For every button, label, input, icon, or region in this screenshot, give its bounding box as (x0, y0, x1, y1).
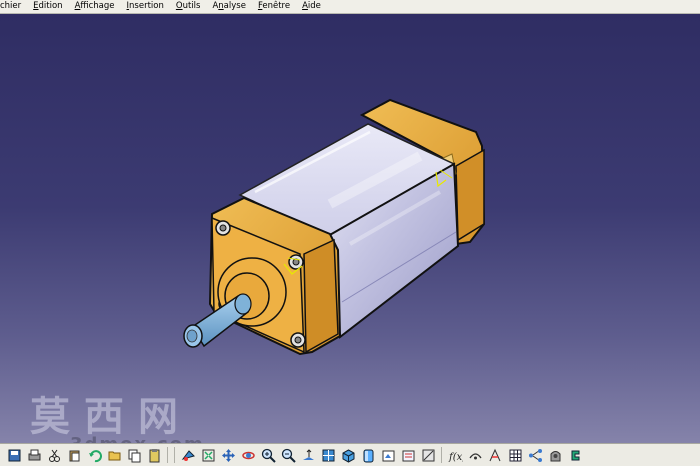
fly-mode-icon (181, 449, 195, 461)
swap-space-button[interactable] (400, 447, 417, 464)
measure-icon (468, 452, 482, 459)
render-icon (422, 449, 434, 461)
menu-item-outils[interactable]: Outils (170, 0, 207, 13)
pan-icon (221, 448, 235, 462)
cut-button[interactable] (46, 447, 63, 464)
zoom-out-button[interactable] (280, 447, 297, 464)
swap-space-icon (402, 450, 414, 461)
cylinder-model (183, 98, 486, 356)
menu-item-aide[interactable]: Aide (296, 0, 327, 13)
print-button[interactable] (26, 447, 43, 464)
zoom-out-icon (281, 448, 296, 463)
menu-item-analyse[interactable]: Analyse (206, 0, 251, 13)
hide-show-icon (382, 450, 394, 461)
menu-item-insertion[interactable]: Insertion (121, 0, 170, 13)
menu-bar: chier Edition Affichage Insertion Outils Anal… (0, 0, 700, 14)
bolt-top-left (215, 220, 231, 236)
rotate-button[interactable] (240, 447, 257, 464)
3d-viewport[interactable] (0, 14, 700, 443)
fit-all-icon (202, 449, 214, 461)
tree-button[interactable] (527, 447, 544, 464)
shading-icon (363, 449, 373, 462)
toolbar-separator (167, 447, 168, 463)
save-button[interactable] (6, 447, 23, 464)
toolbar-separator (441, 447, 442, 463)
fit-all-button[interactable] (200, 447, 217, 464)
zoom-in-icon (261, 448, 276, 463)
paste-button[interactable] (66, 447, 83, 464)
material-icon (550, 450, 560, 461)
multi-view-icon (322, 449, 334, 461)
multi-view-button[interactable] (320, 447, 337, 464)
bolt-bottom-right (290, 332, 306, 348)
tree-icon (528, 448, 542, 462)
iso-view-icon (342, 448, 354, 463)
standard-toolbar: f(x) (0, 443, 700, 466)
undo-button[interactable] (86, 447, 103, 464)
svg-text:f(x): f(x) (448, 452, 463, 463)
render-button[interactable] (420, 447, 437, 464)
measure-button[interactable] (467, 447, 484, 464)
clip-button[interactable] (146, 447, 163, 464)
folder-icon (108, 451, 120, 460)
zoom-in-button[interactable] (260, 447, 277, 464)
clip-icon (149, 448, 159, 462)
material-button[interactable] (547, 447, 564, 464)
menu-item-affichage[interactable]: Affichage (69, 0, 121, 13)
toolbar-separator (174, 447, 175, 463)
copy-icon (128, 449, 140, 462)
undo-icon (88, 449, 102, 462)
rotate-icon (241, 451, 255, 459)
cut-icon (48, 449, 60, 462)
print-icon (28, 449, 40, 460)
formula-icon: f(x) (448, 452, 463, 463)
shading-button[interactable] (360, 447, 377, 464)
formula-button[interactable]: f(x) (447, 447, 464, 464)
table-icon (509, 449, 521, 461)
pan-button[interactable] (220, 447, 237, 464)
copy-button[interactable] (126, 447, 143, 464)
menu-item-chier[interactable]: chier (0, 0, 27, 13)
iso-view-button[interactable] (340, 447, 357, 464)
save-icon (8, 449, 20, 461)
folder-button[interactable] (106, 447, 123, 464)
hide-show-button[interactable] (380, 447, 397, 464)
update-icon (489, 448, 500, 461)
menu-item-fenetre[interactable]: Fenêtre (252, 0, 296, 13)
more-icon (571, 450, 579, 460)
normal-view-icon (302, 448, 314, 460)
more-button[interactable] (567, 447, 584, 464)
menu-item-edition[interactable]: Edition (27, 0, 68, 13)
normal-view-button[interactable] (300, 447, 317, 464)
paste-icon (69, 450, 79, 461)
table-button[interactable] (507, 447, 524, 464)
fly-mode-button[interactable] (180, 447, 197, 464)
update-button[interactable] (487, 447, 504, 464)
